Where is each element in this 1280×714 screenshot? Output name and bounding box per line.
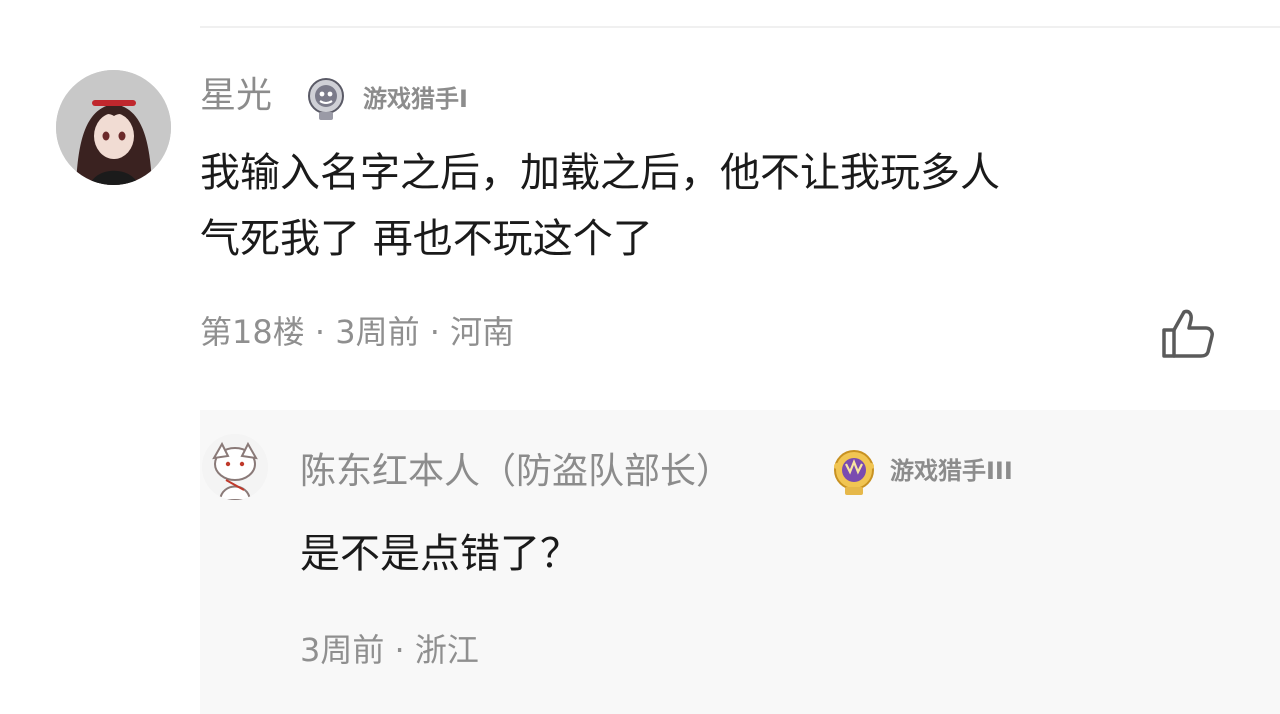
user-avatar[interactable] [56, 70, 171, 185]
reply-meta: 3周前 · 浙江 [300, 631, 479, 669]
comment-meta: 第18楼 · 3周前 · 河南 [200, 313, 515, 351]
reply-user-avatar[interactable] [202, 434, 268, 500]
comment-author-name[interactable]: 星光 [200, 72, 272, 120]
comment-text: 我输入名字之后，加载之后，他不让我玩多人 气死我了 再也不玩这个了 [200, 140, 1210, 272]
thumbs-up-icon[interactable] [1158, 306, 1216, 362]
reply-user-title-label: 游戏猎手III [890, 457, 1013, 485]
comment-text-line-2: 气死我了 再也不玩这个了 [200, 216, 653, 262]
top-divider [200, 26, 1280, 28]
reply-text: 是不是点错了？ [300, 531, 580, 577]
reply-author-name[interactable]: 陈东红本人（防盗队部长） [300, 448, 732, 496]
game-hunter-gold-badge-icon [828, 446, 880, 498]
game-hunter-badge-icon [302, 74, 350, 122]
comment-text-line-1: 我输入名字之后，加载之后，他不让我玩多人 [200, 150, 1000, 196]
user-title-label: 游戏猎手I [363, 85, 468, 113]
